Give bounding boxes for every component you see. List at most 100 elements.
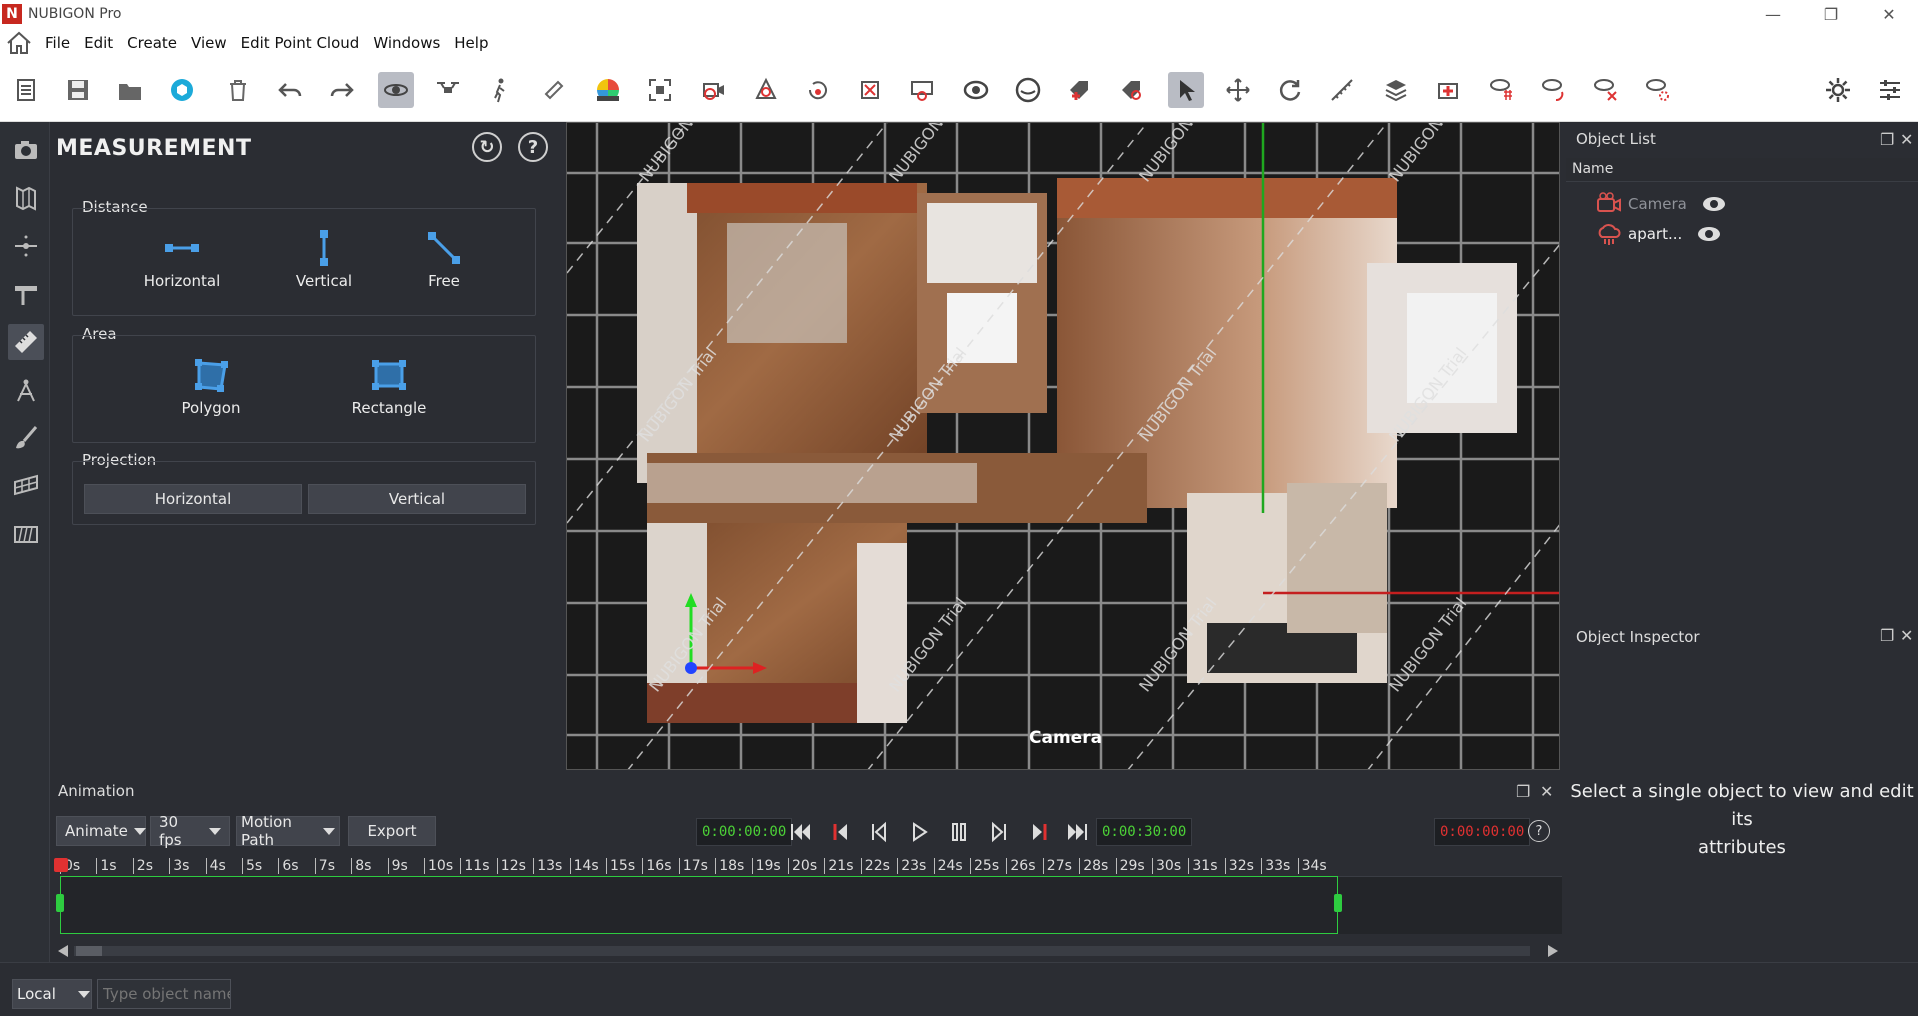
sliders-icon[interactable] (1872, 72, 1908, 108)
undo-icon[interactable] (272, 72, 308, 108)
menu-windows[interactable]: Windows (366, 34, 447, 52)
area-rectangle-button[interactable]: Rectangle (329, 355, 449, 417)
map-icon[interactable] (8, 180, 44, 216)
save-icon[interactable] (60, 72, 96, 108)
float-panel-icon[interactable]: ❐ (1880, 626, 1894, 645)
camera-clip-icon[interactable] (696, 72, 732, 108)
clip-view-icon[interactable] (904, 72, 940, 108)
visibility-eye-icon[interactable] (1696, 221, 1722, 247)
timeline-range[interactable] (60, 876, 1338, 934)
go-to-end-marker-icon[interactable] (1024, 818, 1054, 846)
remove-tag-icon[interactable] (1114, 72, 1150, 108)
section-icon[interactable] (8, 276, 44, 312)
lasso-remove-icon[interactable] (1588, 72, 1624, 108)
next-frame-icon[interactable] (984, 818, 1014, 846)
float-panel-icon[interactable]: ❐ (1516, 782, 1530, 801)
walk-icon[interactable] (482, 72, 518, 108)
hatch-icon[interactable] (8, 516, 44, 552)
pause-icon[interactable] (944, 818, 974, 846)
projection-vertical-button[interactable]: Vertical (308, 484, 526, 514)
distance-horizontal-button[interactable]: Horizontal (122, 228, 242, 290)
lasso-grid-icon[interactable] (1484, 72, 1520, 108)
minimize-button[interactable]: — (1744, 0, 1802, 28)
playhead-marker[interactable] (54, 858, 68, 872)
orbit-icon[interactable] (378, 72, 414, 108)
drone-icon[interactable] (430, 72, 466, 108)
add-tag-icon[interactable] (1062, 72, 1098, 108)
end-time-field[interactable]: 0:00:30:00 (1096, 818, 1193, 846)
current-time-field[interactable]: 0:00:00:00 (1434, 818, 1531, 846)
compass-icon[interactable] (8, 372, 44, 408)
help-icon[interactable]: ? (518, 132, 548, 162)
animate-mode-dropdown[interactable]: Animate (56, 816, 146, 846)
hide-view-icon[interactable] (1010, 72, 1046, 108)
ruler-tick: 4s (205, 858, 226, 874)
area-polygon-button[interactable]: Polygon (151, 355, 271, 417)
play-icon[interactable] (904, 818, 934, 846)
float-panel-icon[interactable]: ❐ (1880, 130, 1894, 149)
menu-edit[interactable]: Edit (77, 34, 120, 52)
close-panel-icon[interactable]: ✕ (1900, 130, 1913, 149)
ruler-tick: 33s (1261, 858, 1290, 874)
visibility-eye-icon[interactable] (1701, 191, 1727, 217)
clip-polygon-icon[interactable] (748, 72, 784, 108)
motion-path-dropdown[interactable]: Motion Path (236, 813, 340, 849)
projection-horizontal-button[interactable]: Horizontal (84, 484, 302, 514)
lasso-select-icon[interactable] (1536, 72, 1572, 108)
close-panel-icon[interactable]: ✕ (1540, 782, 1553, 801)
point-icon[interactable] (8, 228, 44, 264)
rotate-icon[interactable] (1272, 72, 1308, 108)
maximize-button[interactable]: ❐ (1802, 0, 1860, 28)
open-folder-icon[interactable] (112, 72, 148, 108)
color-wheel-icon[interactable] (590, 72, 626, 108)
coordinate-mode-dropdown[interactable]: Local (12, 979, 92, 1009)
add-object-icon[interactable] (1430, 72, 1466, 108)
fps-dropdown[interactable]: 30 fps (150, 813, 230, 849)
skip-to-start-icon[interactable] (786, 818, 816, 846)
menu-edit-point-cloud[interactable]: Edit Point Cloud (234, 34, 367, 52)
link-icon[interactable] (536, 72, 572, 108)
range-end-handle[interactable] (1334, 894, 1342, 912)
camera-icon[interactable] (8, 132, 44, 168)
name-column-header[interactable]: Name (1572, 161, 1613, 177)
ruler-measure-icon[interactable] (1324, 72, 1360, 108)
lasso-dashed-icon[interactable] (1640, 72, 1676, 108)
reset-icon[interactable]: ↻ (472, 132, 502, 162)
distance-vertical-button[interactable]: Vertical (264, 228, 384, 290)
layers-icon[interactable] (1378, 72, 1414, 108)
menu-file[interactable]: File (38, 34, 77, 52)
ruler-icon[interactable] (8, 324, 44, 360)
start-time-field[interactable]: 0:00:00:00 (696, 818, 793, 846)
rotate-clip-icon[interactable] (800, 72, 836, 108)
go-to-start-marker-icon[interactable] (826, 818, 856, 846)
distance-free-button[interactable]: Free (384, 228, 504, 290)
previous-frame-icon[interactable] (864, 818, 894, 846)
close-panel-icon[interactable]: ✕ (1900, 626, 1913, 645)
select-cursor-icon[interactable] (1168, 72, 1204, 108)
delete-icon[interactable] (220, 72, 256, 108)
animation-help-icon[interactable]: ? (1528, 820, 1550, 842)
sketchfab-icon[interactable] (164, 72, 200, 108)
range-start-handle[interactable] (56, 894, 64, 912)
new-document-icon[interactable] (8, 72, 44, 108)
settings-gear-icon[interactable] (1820, 72, 1856, 108)
menu-help[interactable]: Help (447, 34, 495, 52)
move-icon[interactable] (1220, 72, 1256, 108)
object-row-apartment[interactable]: apart... (1596, 218, 1728, 250)
home-icon[interactable] (0, 31, 38, 55)
close-window-button[interactable]: ✕ (1860, 0, 1918, 28)
3d-viewport[interactable]: NUBIGON Trial NUBIGON Trial NUBIGON Tria… (566, 122, 1560, 770)
object-row-camera[interactable]: Camera (1596, 188, 1733, 220)
menu-create[interactable]: Create (120, 34, 184, 52)
brush-icon[interactable] (8, 420, 44, 456)
object-name-input[interactable] (97, 979, 231, 1009)
surface-icon[interactable] (8, 468, 44, 504)
eye-view-icon[interactable] (958, 72, 994, 108)
clip-box-icon[interactable] (852, 72, 888, 108)
skip-to-end-icon[interactable] (1062, 818, 1092, 846)
redo-icon[interactable] (324, 72, 360, 108)
timeline-scrollbar[interactable] (58, 943, 1558, 957)
fit-view-icon[interactable] (642, 72, 678, 108)
export-button[interactable]: Export (348, 816, 436, 846)
menu-view[interactable]: View (184, 34, 234, 52)
